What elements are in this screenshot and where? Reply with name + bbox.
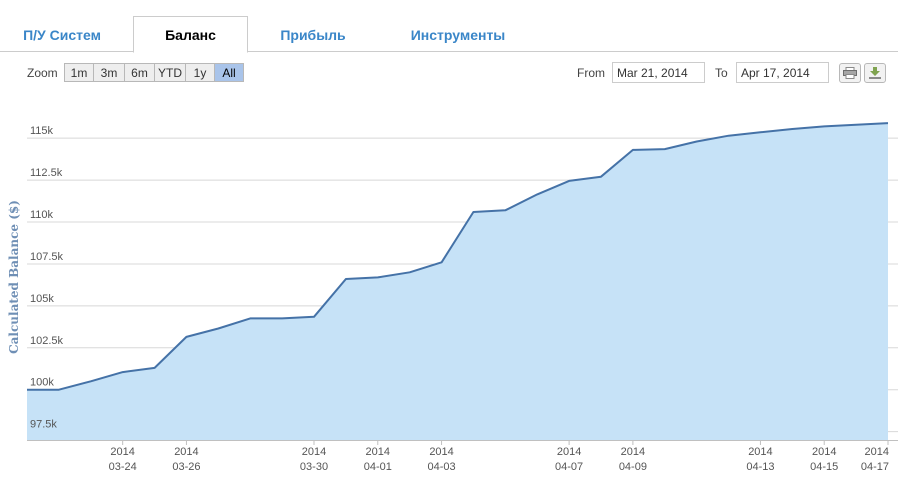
- y-tick-label: 97.5k: [30, 419, 57, 431]
- x-tick-year: 2014: [557, 446, 581, 458]
- balance-chart: 97.5k100k102.5k105k107.5k110k112.5k115k …: [7, 122, 898, 473]
- download-button[interactable]: [864, 63, 886, 83]
- x-tick-label: 04-01: [364, 461, 392, 473]
- x-tick-label: 04-13: [746, 461, 774, 473]
- y-axis: 97.5k 100k 102.5k 105k 107.5k 110k 112.5k 115k: [30, 125, 64, 430]
- to-date-input[interactable]: [736, 62, 829, 83]
- tab-instruments[interactable]: Инструменты: [380, 16, 536, 53]
- zoom-all-button[interactable]: All: [214, 63, 244, 82]
- from-label: From: [577, 66, 605, 80]
- plot-area: [27, 122, 889, 440]
- x-tick-label: 04-15: [810, 461, 838, 473]
- zoom-label: Zoom: [27, 66, 58, 80]
- x-axis: 2014 03-24 2014 03-26 2014 03-30 2014 04-01 2014…: [27, 440, 898, 473]
- tab-balance[interactable]: Баланс: [133, 16, 248, 53]
- printer-icon: [843, 67, 857, 79]
- tab-bar: П/У Систем Баланс Прибыль Инструменты: [0, 0, 898, 53]
- zoom-6m-button[interactable]: 6m: [124, 63, 155, 82]
- x-tick-label: 04-09: [619, 461, 647, 473]
- x-tick-label: 04-03: [427, 461, 455, 473]
- zoom-ytd-button[interactable]: YTD: [154, 63, 186, 82]
- x-tick-year: 2014: [429, 446, 453, 458]
- x-tick-label: 03-24: [109, 461, 137, 473]
- tab-label: П/У Систем: [23, 26, 101, 43]
- x-tick-label: 03-30: [300, 461, 328, 473]
- download-icon: [869, 67, 881, 79]
- x-tick-label: 04-17: [861, 461, 889, 473]
- print-button[interactable]: [839, 63, 861, 83]
- zoom-1m-button[interactable]: 1m: [64, 63, 94, 82]
- from-date-input[interactable]: [612, 62, 705, 83]
- x-tick-year: 2014: [748, 446, 772, 458]
- x-tick-year: 2014: [366, 446, 390, 458]
- x-tick-year: 2014: [302, 446, 326, 458]
- y-tick-label: 110k: [30, 209, 54, 221]
- tab-label: Инструменты: [410, 26, 506, 43]
- tab-label: Прибыль: [280, 26, 346, 43]
- y-tick-label: 102.5k: [30, 335, 64, 347]
- x-tick-label: 04-07: [555, 461, 583, 473]
- zoom-1y-button[interactable]: 1y: [185, 63, 215, 82]
- y-tick-label: 107.5k: [30, 251, 64, 263]
- y-tick-label: 100k: [30, 377, 54, 389]
- x-tick-year: 2014: [865, 446, 889, 458]
- x-tick-year: 2014: [621, 446, 645, 458]
- to-label: To: [715, 66, 728, 80]
- y-axis-title: Calculated Balance ($): [7, 200, 21, 354]
- balance-area: [27, 123, 888, 440]
- tab-profit[interactable]: Прибыль: [254, 16, 372, 53]
- x-tick-label: 03-26: [172, 461, 200, 473]
- tab-label: Баланс: [165, 26, 216, 43]
- x-tick-year: 2014: [110, 446, 134, 458]
- y-tick-label: 112.5k: [30, 167, 63, 179]
- zoom-3m-button[interactable]: 3m: [93, 63, 125, 82]
- y-tick-label: 105k: [30, 293, 54, 305]
- x-tick-year: 2014: [812, 446, 836, 458]
- x-tick-year: 2014: [174, 446, 198, 458]
- y-tick-label: 115k: [30, 125, 54, 137]
- tab-system-pnl[interactable]: П/У Систем: [0, 16, 124, 53]
